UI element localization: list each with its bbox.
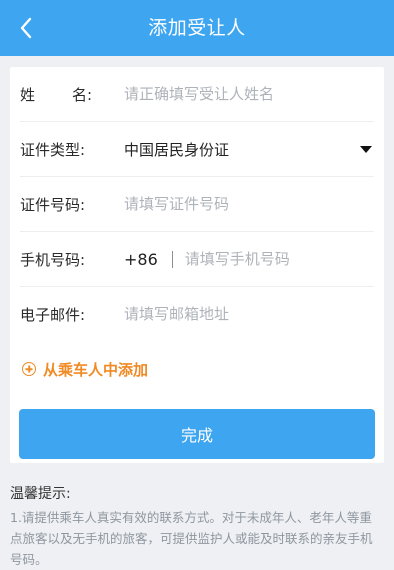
add-from-passengers-label: 从乘车人中添加	[43, 360, 149, 379]
page-title: 添加受让人	[148, 17, 246, 39]
id-number-input[interactable]	[124, 195, 354, 213]
country-code[interactable]: +86	[124, 250, 158, 269]
tips-section: 温馨提示: 1.请提供乘车人真实有效的联系方式。对于未成年人、老年人等重点旅客以…	[10, 483, 384, 570]
add-from-passengers-link[interactable]: 从乘车人中添加	[22, 357, 384, 381]
tips-text: 1.请提供乘车人真实有效的联系方式。对于未成年人、老年人等重点旅客以及无手机的旅…	[10, 510, 373, 567]
plus-circle-icon	[22, 362, 36, 376]
dropdown-arrow-icon[interactable]	[360, 146, 372, 153]
name-label-char-1: 姓	[20, 85, 36, 104]
name-row: 姓 名:	[20, 67, 374, 122]
form-card: 姓 名: 证件类型: 中国居民身份证 证件号码: 手机号码: +86 电子邮件:…	[10, 67, 384, 463]
email-input[interactable]	[124, 305, 354, 323]
phone-divider	[171, 250, 173, 268]
email-label: 电子邮件:	[20, 305, 86, 324]
tips-title: 温馨提示:	[10, 486, 71, 502]
complete-button[interactable]: 完成	[19, 409, 375, 459]
id-type-row[interactable]: 证件类型: 中国居民身份证	[20, 122, 374, 177]
id-number-row: 证件号码:	[20, 177, 374, 232]
name-input[interactable]	[124, 85, 354, 103]
phone-row: 手机号码: +86	[20, 232, 374, 287]
email-row: 电子邮件:	[20, 287, 374, 341]
name-label: 姓 名:	[20, 84, 124, 105]
nav-bar: 添加受让人	[0, 0, 394, 56]
phone-input[interactable]	[184, 250, 355, 268]
id-number-label: 证件号码:	[20, 195, 86, 214]
id-type-select[interactable]: 中国居民身份证	[124, 139, 229, 160]
id-type-label: 证件类型:	[20, 140, 86, 159]
name-label-char-2: 名:	[71, 85, 92, 104]
phone-label: 手机号码:	[20, 250, 86, 269]
